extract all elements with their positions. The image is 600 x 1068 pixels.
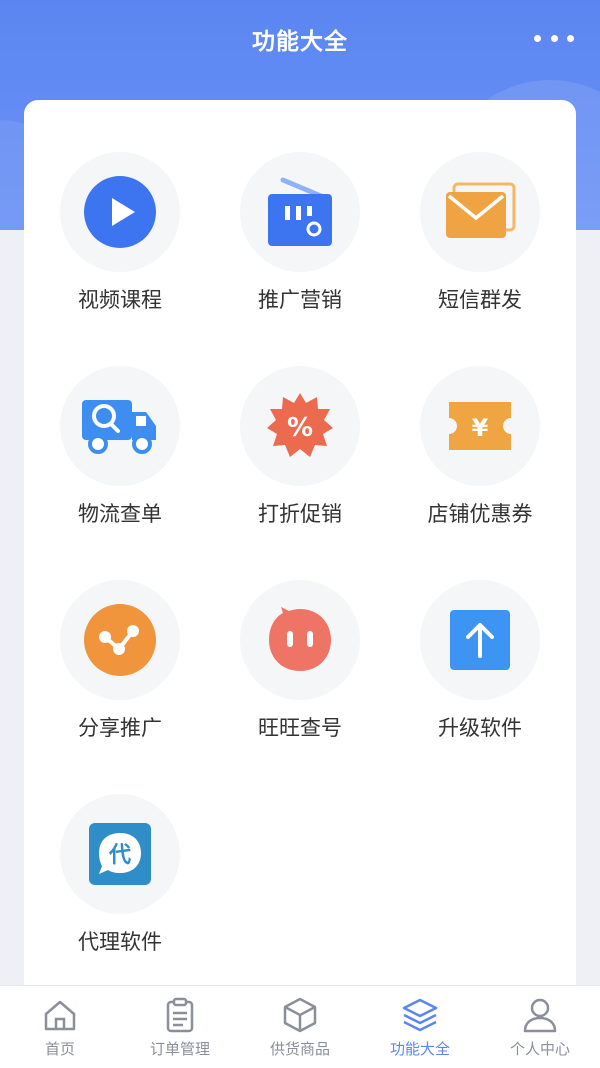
truck-search-icon (82, 400, 156, 454)
feature-label: 推广营销 (258, 288, 342, 312)
feature-label: 旺旺查号 (258, 716, 342, 740)
svg-text:¥: ¥ (472, 414, 489, 442)
feature-label: 短信群发 (438, 288, 522, 312)
home-icon (44, 1000, 76, 1031)
share-icon (84, 604, 156, 676)
svg-text:代: 代 (108, 843, 131, 868)
bottom-tab-bar: 首页 订单管理 供货商品 功能大全 个人中心 (0, 985, 600, 1068)
page-title: 功能大全 (252, 29, 348, 55)
tab-label: 功能大全 (389, 1040, 450, 1058)
feature-logistics-tracking[interactable]: 物流查单 (30, 314, 210, 526)
feature-share-promotion[interactable]: 分享推广 (30, 528, 210, 740)
feature-promotion-marketing[interactable]: 推广营销 (210, 100, 390, 312)
tab-home[interactable]: 首页 (0, 986, 120, 1068)
feature-store-coupon[interactable]: ¥ 店铺优惠券 (390, 314, 570, 526)
feature-grid-card: 视频课程 推广营销 短信群发 物流查单 % 打折促销 ¥ 店铺优惠券 分享推广 … (24, 100, 576, 1000)
feature-label: 打折促销 (258, 502, 342, 526)
tab-label: 订单管理 (149, 1040, 210, 1058)
tab-supply-goods[interactable]: 供货商品 (240, 986, 360, 1068)
feature-label: 代理软件 (78, 930, 162, 954)
chat-face-icon (269, 607, 331, 671)
tab-label: 个人中心 (509, 1040, 570, 1058)
upgrade-arrow-icon (450, 610, 510, 670)
svg-text:%: % (287, 413, 313, 443)
clipboard-icon (166, 997, 194, 1033)
play-icon (84, 176, 156, 248)
more-dots-icon[interactable] (534, 30, 574, 46)
feature-wangwang-lookup[interactable]: 旺旺查号 (210, 528, 390, 740)
tab-label: 供货商品 (269, 1040, 330, 1058)
feature-discount-promotion[interactable]: % 打折促销 (210, 314, 390, 526)
tab-profile[interactable]: 个人中心 (480, 986, 600, 1068)
feature-sms-broadcast[interactable]: 短信群发 (390, 100, 570, 312)
feature-label: 视频课程 (78, 288, 162, 312)
user-icon (523, 998, 557, 1033)
tab-label: 首页 (44, 1040, 75, 1058)
feature-agent-software[interactable]: 代 代理软件 (30, 742, 210, 954)
feature-label: 升级软件 (438, 716, 522, 740)
layers-icon (402, 998, 438, 1032)
feature-label: 店铺优惠券 (427, 502, 533, 526)
box-icon (283, 997, 317, 1033)
feature-video-course[interactable]: 视频课程 (30, 100, 210, 312)
feature-label: 分享推广 (78, 716, 162, 740)
radio-icon (268, 177, 332, 246)
yuan-coupon-icon: ¥ (449, 402, 511, 450)
agent-icon: 代 (89, 823, 151, 885)
tab-orders[interactable]: 订单管理 (120, 986, 240, 1068)
tab-all-features[interactable]: 功能大全 (360, 986, 480, 1068)
percent-badge-icon: % (267, 393, 333, 457)
feature-label: 物流查单 (78, 502, 162, 526)
envelope-icon (446, 182, 516, 238)
feature-upgrade-software[interactable]: 升级软件 (390, 528, 570, 740)
